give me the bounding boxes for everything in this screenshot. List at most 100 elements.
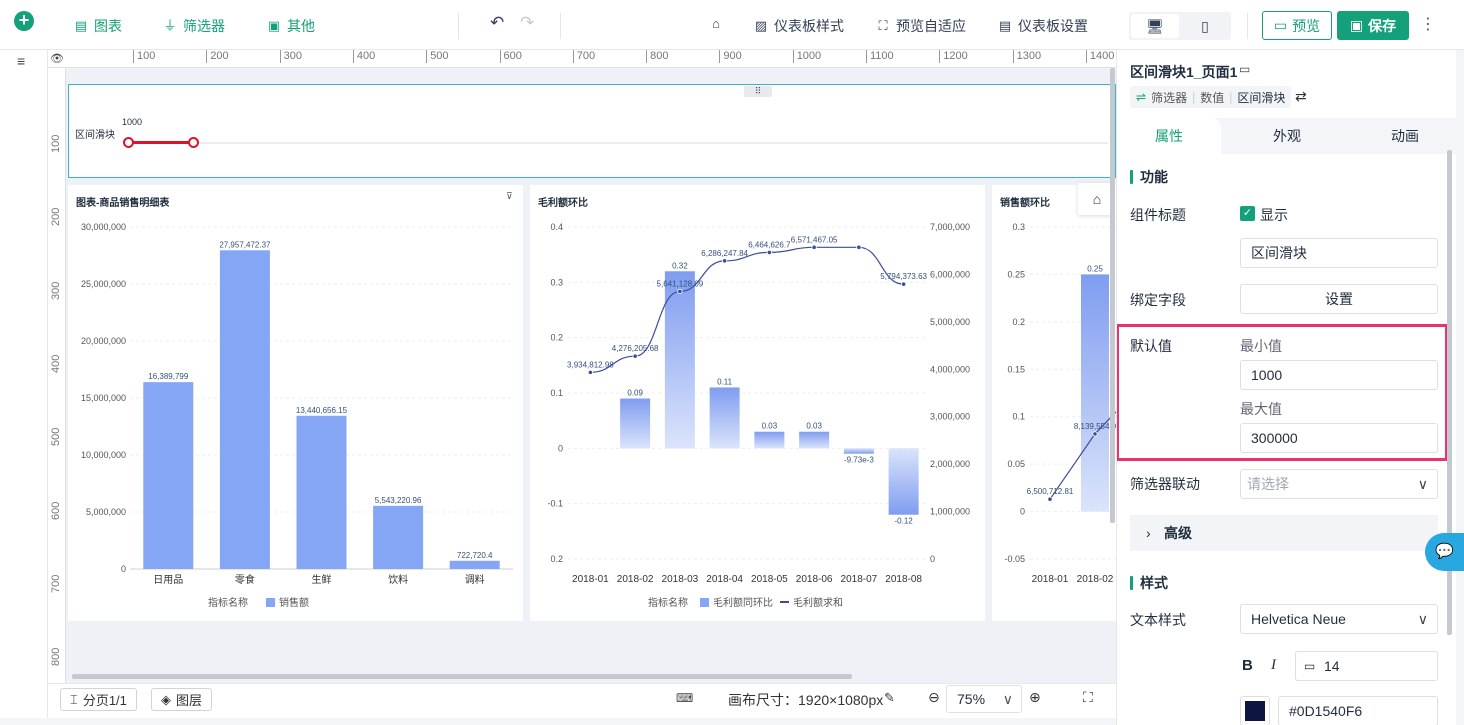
chart-menu[interactable]: ▤ 图表: [73, 16, 122, 36]
settings-icon: ▤: [998, 18, 1012, 33]
rename-icon[interactable]: ▭: [1239, 62, 1250, 76]
y-tick-label: 20,000,000: [81, 336, 126, 346]
redo-icon[interactable]: ↷: [520, 13, 534, 33]
zoom-out-icon[interactable]: ⊖: [928, 689, 940, 706]
font-select[interactable]: Helvetica Neue ∨: [1240, 604, 1438, 634]
fit-screen-icon[interactable]: ⛶: [1083, 689, 1093, 706]
y-tick-label-left: 0.1: [1012, 412, 1025, 422]
mobile-icon[interactable]: ▯: [1181, 14, 1229, 38]
default-value-label: 默认值: [1130, 338, 1172, 354]
other-menu[interactable]: ▣ 其他: [266, 16, 315, 36]
add-icon[interactable]: +: [14, 11, 34, 31]
x-tick-label: 2018-02: [1077, 574, 1114, 585]
zoom-in-icon[interactable]: ⊕: [1029, 689, 1041, 706]
color-swatch[interactable]: [1240, 696, 1270, 725]
combo-chart: 0.3 0.25 0.2 0.15 0.1 0.05 0 -0.05 2018-01 0.25 20…: [1004, 222, 1116, 585]
preview-button[interactable]: ▭ 预览: [1262, 11, 1332, 40]
advanced-collapse[interactable]: › 高级: [1130, 515, 1438, 551]
y-tick-label-left: 0.3: [550, 277, 563, 287]
adaptive-icon: ⛶: [878, 18, 888, 33]
italic-button[interactable]: I: [1271, 657, 1276, 674]
filter-menu[interactable]: ⏚ 筛选器: [162, 16, 225, 36]
line-point: [811, 244, 817, 250]
bold-button[interactable]: B: [1242, 657, 1253, 674]
x-tick-label: 生鲜: [312, 573, 332, 586]
ruler-tick-label: 100: [133, 50, 155, 63]
x-tick-label: 调料: [465, 573, 485, 586]
line-point: [901, 281, 907, 287]
page-button[interactable]: ⌶ 分页1/1: [60, 688, 137, 711]
line-point: [856, 244, 862, 250]
y-tick-label-left: 0: [1020, 507, 1025, 517]
data-label: 4,276,205.68: [612, 344, 659, 353]
bar: [888, 448, 919, 515]
canvas-scrollbar-h[interactable]: [72, 674, 852, 679]
slider-handle-min[interactable]: [123, 137, 134, 148]
bind-field-settings-button[interactable]: 设置: [1240, 284, 1438, 314]
outline-icon[interactable]: ≡: [17, 53, 25, 69]
save-button[interactable]: ▣ 保存: [1337, 11, 1409, 40]
ruler-tick-label: 500: [50, 427, 62, 447]
zoom-select[interactable]: 75% ∨: [946, 685, 1022, 713]
eye-icon[interactable]: 👁: [50, 52, 64, 65]
preview-adaptive-button[interactable]: ⛶ 预览自适应: [875, 16, 966, 36]
max-value-input[interactable]: 300000: [1240, 423, 1438, 453]
y-tick-label-left: 0.15: [1007, 364, 1025, 374]
component-title-input[interactable]: 区间滑块: [1240, 238, 1438, 268]
more-icon[interactable]: ⋮: [1420, 14, 1436, 34]
monitor-icon: ▭: [1304, 659, 1316, 673]
y-tick-label-right: 4,000,000: [930, 364, 970, 374]
slider-track: [128, 142, 1108, 144]
min-value-input[interactable]: 1000: [1240, 360, 1438, 390]
layer-button[interactable]: ◈ 图层: [151, 688, 213, 711]
bar: [843, 448, 874, 454]
range-slider-widget[interactable]: 区间滑块 1000: [68, 84, 1116, 178]
switch-icon[interactable]: ⇄: [1295, 88, 1307, 105]
y-tick-label-left: 0.4: [550, 222, 563, 232]
properties-panel: 区间滑块1_页面1 ▭ ⇌ 筛选器 | 数值 | 区间滑块 ⇄ 属性 外观 动画 功…: [1116, 50, 1456, 725]
bar: [1081, 274, 1109, 512]
data-label: 16,389,799: [148, 372, 189, 381]
x-tick-label: 2018-06: [796, 574, 833, 585]
dashboard-settings-button[interactable]: ▤ 仪表板设置: [997, 16, 1088, 36]
y-tick-label-left: 0.3: [1012, 222, 1025, 232]
ruler-tick-label: 400: [352, 50, 375, 63]
x-tick-label: 2018-05: [751, 574, 788, 585]
desktop-icon[interactable]: 🖥: [1131, 14, 1179, 38]
canvas-size-label: 画布尺寸：1920×1080px: [728, 692, 884, 708]
suitcase-icon[interactable]: ⌂: [708, 16, 724, 32]
y-tick-label-left: 0.05: [1007, 459, 1025, 469]
bar: [143, 382, 194, 569]
data-label: 0.25: [1087, 264, 1103, 273]
font-size-input[interactable]: ▭ 14: [1295, 651, 1438, 681]
line-point: [632, 353, 638, 359]
canvas-scrollbar-v[interactable]: [1110, 68, 1115, 523]
x-tick-label: 2018-02: [617, 574, 654, 585]
slider-range: [128, 141, 194, 144]
undo-icon[interactable]: ↶: [490, 13, 504, 33]
linkage-select[interactable]: 请选择 ∨: [1240, 469, 1438, 499]
tab-animation[interactable]: 动画: [1355, 118, 1455, 154]
tab-appearance[interactable]: 外观: [1237, 118, 1337, 154]
data-label: 6,571,467.05: [791, 235, 838, 244]
tab-properties[interactable]: 属性: [1117, 118, 1221, 154]
layer-icon: ◈: [161, 691, 171, 707]
dashboard-style-button[interactable]: ▨ 仪表板样式: [753, 16, 844, 36]
chat-support-icon[interactable]: 💬: [1425, 533, 1464, 571]
component-title-label: 组件标题: [1130, 207, 1186, 223]
x-tick-label: 2018-01: [1032, 574, 1069, 585]
keyboard-icon[interactable]: ⌨: [676, 691, 693, 705]
bind-field-label: 绑定字段: [1130, 292, 1186, 308]
min-value-label: 最小值: [1240, 338, 1282, 354]
show-checkbox[interactable]: ✓: [1240, 206, 1255, 221]
data-label: 722,720.4: [457, 551, 493, 560]
ruler-tick-label: 900: [719, 50, 742, 63]
x-tick-label: 2018-08: [885, 574, 922, 585]
data-label: 13,440,656.15: [296, 406, 348, 415]
drag-handle[interactable]: ⠿: [744, 86, 772, 97]
color-input[interactable]: #0D1540F6: [1278, 696, 1438, 725]
data-label: 5,794,373.63: [880, 272, 927, 281]
edit-icon[interactable]: ✎: [884, 690, 895, 706]
slider-handle-max[interactable]: [188, 137, 199, 148]
device-switch: 🖥 ▯: [1129, 12, 1231, 40]
